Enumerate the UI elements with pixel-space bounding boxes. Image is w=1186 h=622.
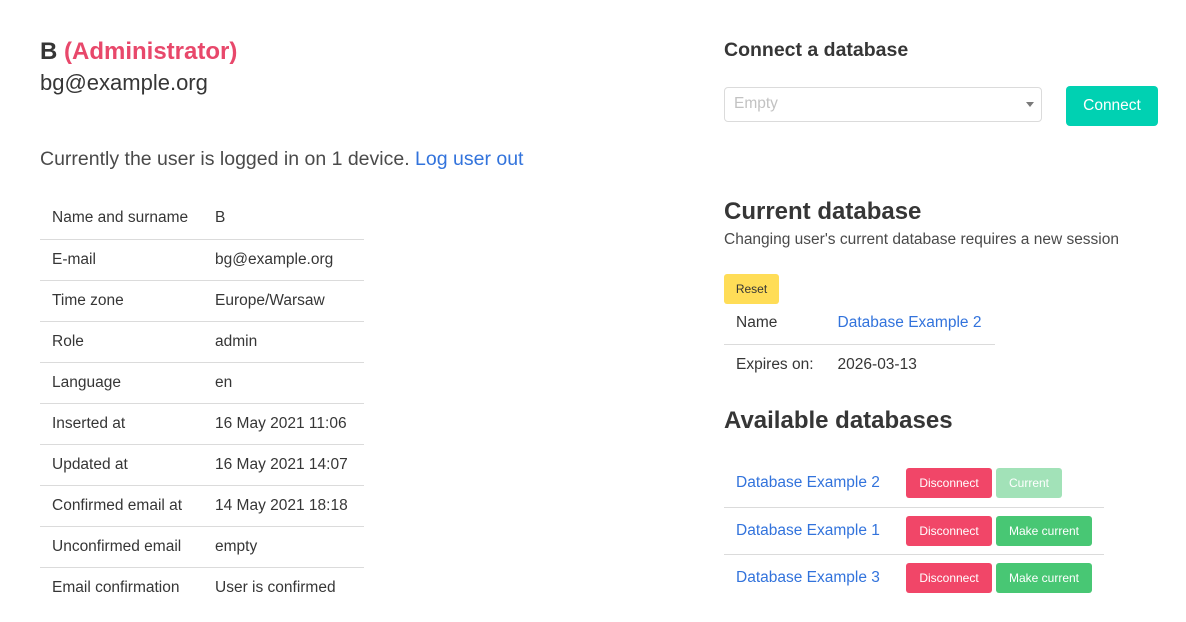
row-label: Unconfirmed email	[40, 526, 203, 568]
table-row: Role admin	[40, 321, 364, 363]
table-row: Language en	[40, 362, 364, 404]
make-current-button[interactable]: Make current	[996, 562, 1092, 593]
row-value: Europe/Warsaw	[203, 280, 364, 322]
reset-button[interactable]: Reset	[724, 274, 779, 304]
table-row: Expires on: 2026-03-13	[724, 344, 995, 385]
row-value: 14 May 2021 18:18	[203, 485, 364, 527]
user-email: bg@example.org	[40, 70, 208, 95]
row-label: Updated at	[40, 444, 203, 486]
row-label: Role	[40, 321, 203, 363]
database-row: Database Example 3 Disconnect Make curren…	[724, 554, 1104, 601]
table-row: Inserted at 16 May 2021 11:06	[40, 403, 364, 445]
user-info-table: Name and surname B E-mail bg@example.org T…	[40, 198, 364, 608]
user-title: B (Administrator)	[40, 36, 640, 68]
database-select[interactable]: Empty	[724, 87, 1042, 122]
available-databases-heading: Available databases	[724, 407, 953, 434]
disconnect-button[interactable]: Disconnect	[906, 562, 992, 593]
row-value: empty	[203, 526, 364, 568]
row-value: en	[203, 362, 364, 404]
table-row: Time zone Europe/Warsaw	[40, 280, 364, 322]
make-current-button[interactable]: Make current	[996, 515, 1092, 546]
table-row: Updated at 16 May 2021 14:07	[40, 444, 364, 486]
log-user-out-link[interactable]: Log user out	[415, 148, 523, 170]
user-name: B	[40, 38, 58, 65]
table-row: Unconfirmed email empty	[40, 526, 364, 568]
row-value: bg@example.org	[203, 239, 364, 281]
row-value: B	[203, 198, 364, 240]
table-row: Email confirmation User is confirmed	[40, 567, 364, 608]
sessions-info: Currently the user is logged in on 1 dev…	[40, 148, 523, 171]
available-databases-table: Database Example 2 Disconnect Current Dat…	[724, 460, 1104, 601]
database-row: Database Example 2 Disconnect Current	[724, 460, 1104, 507]
disconnect-button[interactable]: Disconnect	[906, 515, 992, 546]
current-database-heading: Current database	[724, 198, 922, 225]
row-label: Confirmed email at	[40, 485, 203, 527]
database-link[interactable]: Database Example 1	[736, 522, 880, 539]
user-header: B (Administrator) bg@example.org	[40, 36, 640, 98]
current-database-link[interactable]: Database Example 2	[838, 314, 982, 331]
database-select-placeholder: Empty	[734, 95, 778, 112]
sessions-text: Currently the user is logged in on 1 dev…	[40, 148, 410, 170]
caret-down-icon	[1026, 102, 1034, 107]
row-value: admin	[203, 321, 364, 363]
row-label: E-mail	[40, 239, 203, 281]
expires-value: 2026-03-13	[837, 355, 917, 373]
row-label: Inserted at	[40, 403, 203, 445]
current-database-table: Name Database Example 2 Expires on: 2026…	[724, 303, 995, 385]
connect-database-heading: Connect a database	[724, 39, 909, 61]
row-label: Time zone	[40, 280, 203, 322]
disconnect-button[interactable]: Disconnect	[906, 468, 992, 499]
database-row: Database Example 1 Disconnect Make curren…	[724, 507, 1104, 554]
current-button: Current	[996, 468, 1062, 499]
row-value: 16 May 2021 11:06	[203, 403, 364, 445]
row-label: Name and surname	[40, 198, 203, 240]
table-row: Name Database Example 2	[724, 303, 995, 345]
table-row: Confirmed email at 14 May 2021 18:18	[40, 485, 364, 527]
current-database-subtitle: Changing user's current database require…	[724, 231, 1119, 248]
row-value: 16 May 2021 14:07	[203, 444, 364, 486]
user-role-label: (Administrator)	[64, 38, 238, 65]
table-row: E-mail bg@example.org	[40, 239, 364, 281]
connect-button[interactable]: Connect	[1066, 86, 1158, 126]
row-value: User is confirmed	[215, 578, 336, 596]
table-row: Name and surname B	[40, 198, 364, 240]
database-link[interactable]: Database Example 3	[736, 569, 880, 586]
expires-label: Expires on:	[736, 355, 814, 373]
row-label: Email confirmation	[52, 578, 180, 596]
current-name-label: Name	[724, 303, 826, 345]
database-link[interactable]: Database Example 2	[736, 474, 880, 491]
row-label: Language	[40, 362, 203, 404]
